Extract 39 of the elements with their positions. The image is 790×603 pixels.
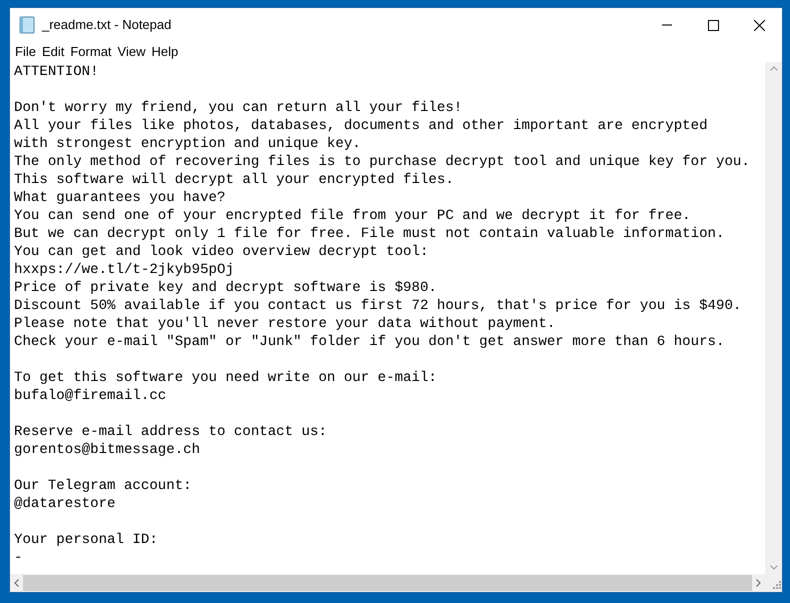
- window-title: _readme.txt - Notepad: [42, 16, 172, 34]
- text-line: You can get and look video overview decrypt tool:: [14, 244, 428, 260]
- text-line: This software will decrypt all your encrypted files.: [14, 172, 454, 188]
- menu-item[interactable]: Edit: [38, 42, 68, 62]
- menu-item[interactable]: View: [114, 42, 148, 62]
- scroll-right-icon[interactable]: [756, 579, 761, 587]
- text-line: The only method of recovering files is to purchase decrypt tool and unique key for you.: [14, 154, 750, 170]
- notepad-icon: [18, 16, 36, 34]
- menu-item[interactable]: Format: [67, 42, 115, 62]
- text-line: But we can decrypt only 1 file for free. File must not contain valuable information.: [14, 226, 724, 242]
- text-line: @datarestore: [14, 496, 116, 512]
- scroll-up-icon[interactable]: [770, 66, 778, 71]
- menu-item[interactable]: File: [12, 42, 39, 62]
- text-line: Don't worry my friend, you can return all your files!: [14, 100, 462, 116]
- text-line: ATTENTION!: [14, 64, 99, 80]
- text-line: -: [14, 550, 22, 566]
- menu-item[interactable]: Help: [148, 42, 182, 62]
- text-line: Your personal ID:: [14, 532, 158, 548]
- text-line: Discount 50% available if you contact us first 72 hours, that's price for you is $490.: [14, 298, 742, 314]
- scroll-left-icon[interactable]: [14, 579, 19, 587]
- text-line: All your files like photos, databases, documents and other important are encrypted: [14, 118, 708, 134]
- vertical-scrollbar[interactable]: [765, 62, 782, 574]
- text-line: Check your e-mail "Spam" or "Junk" folder if you don't get answer more than 6 hours.: [14, 334, 724, 350]
- text-line: bufalo@firemail.cc: [14, 388, 166, 404]
- text-line: Reserve e-mail address to contact us:: [14, 424, 327, 440]
- scroll-down-icon[interactable]: [770, 565, 778, 570]
- text-line: with strongest encryption and unique key.: [14, 136, 361, 152]
- text-line: hxxps://we.tl/t-2jkyb95pOj: [14, 262, 234, 278]
- text-line: To get this software you need write on our e-mail:: [14, 370, 437, 386]
- text-line: Our Telegram account:: [14, 478, 192, 494]
- maximize-icon: [708, 20, 718, 30]
- horizontal-scroll-thumb[interactable]: [23, 575, 752, 591]
- text-line: You can send one of your encrypted file from your PC and we decrypt it for free.: [14, 208, 691, 224]
- size-grip-icon[interactable]: [770, 580, 782, 592]
- close-icon: [754, 20, 764, 30]
- text-line: Please note that you'll never restore your data without payment.: [14, 316, 556, 332]
- text-line: gorentos@bitmessage.ch: [14, 442, 200, 458]
- text-line: Price of private key and decrypt software is $980.: [14, 280, 437, 296]
- text-line: What guarantees you have?: [14, 190, 226, 206]
